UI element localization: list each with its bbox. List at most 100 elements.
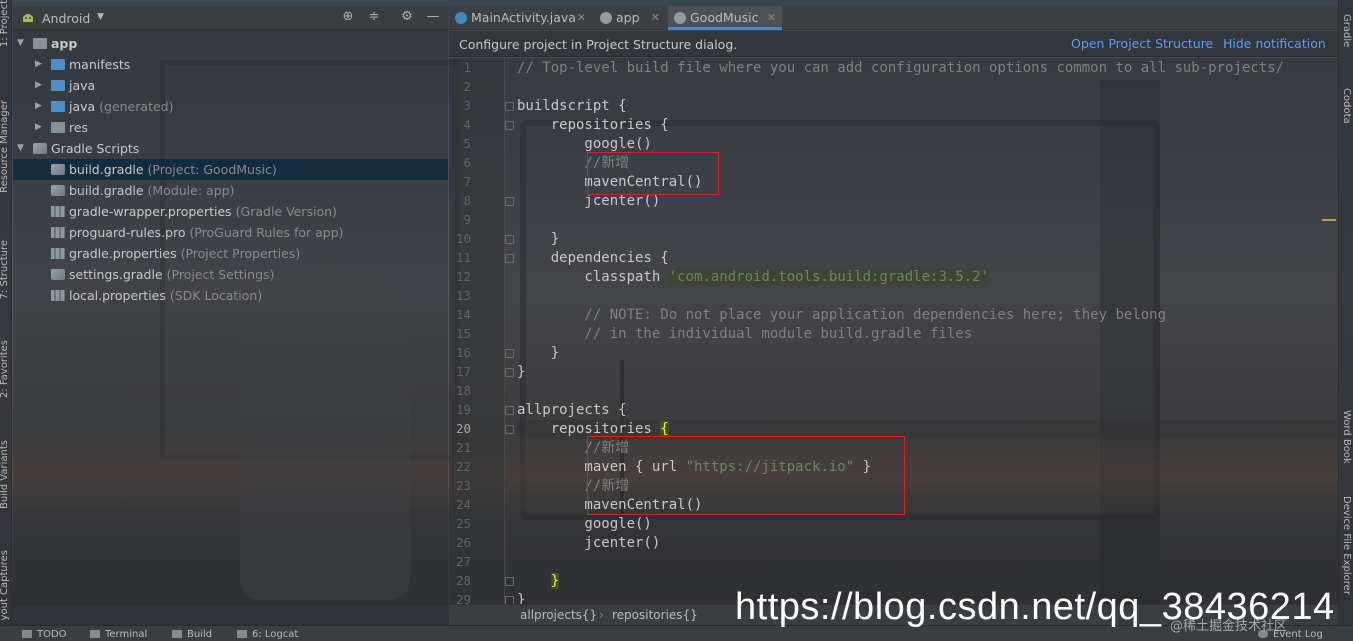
properties-file-icon	[51, 290, 65, 301]
fold-marker-icon[interactable]	[505, 577, 514, 586]
fold-marker-icon[interactable]	[505, 102, 514, 111]
tool-tab-resource-manager[interactable]: Resource Manager	[0, 100, 10, 193]
tree-item[interactable]: ▶ java	[13, 75, 448, 96]
line-number: 3	[463, 98, 471, 113]
tree-item[interactable]: settings.gradle (Project Settings)	[13, 264, 448, 285]
code-line[interactable]: }	[517, 344, 559, 363]
close-icon[interactable]: ✕	[767, 6, 776, 30]
gear-icon[interactable]: ⚙	[399, 9, 415, 25]
code-line[interactable]: buildscript {	[517, 97, 627, 116]
editor-tab[interactable]: GoodMusic ✕	[668, 6, 782, 30]
line-number: 16	[455, 345, 471, 360]
source-folder-icon	[51, 59, 65, 70]
fold-marker-icon[interactable]	[505, 368, 514, 377]
code-line[interactable]: // Top-level build file where you can ad…	[517, 59, 1284, 78]
fold-marker-icon[interactable]	[505, 254, 514, 263]
target-icon[interactable]: ⊕	[340, 9, 356, 25]
tree-item[interactable]: ▼ app	[13, 33, 448, 54]
tool-tab-favorites[interactable]: 2: Favorites	[0, 340, 10, 398]
editor-tab[interactable]: MainActivity.java ✕	[449, 6, 592, 30]
fold-marker-icon[interactable]	[505, 596, 514, 604]
chevron-down-icon[interactable]: ▼	[97, 12, 104, 22]
code-line[interactable]: repositories {	[517, 116, 669, 135]
tree-item[interactable]: local.properties (SDK Location)	[13, 285, 448, 306]
tool-tab-logcat[interactable]: 6: Logcat	[237, 629, 298, 640]
expand-right-icon[interactable]: ▶	[35, 117, 45, 138]
project-view-selector[interactable]: Android	[42, 11, 90, 26]
highlight-box-allprojects	[587, 436, 905, 515]
tool-tab-word-book[interactable]: Word Book	[1341, 410, 1352, 464]
code-token: }	[550, 573, 560, 589]
expand-right-icon[interactable]: ▶	[35, 75, 45, 96]
fold-marker-icon[interactable]	[505, 349, 514, 358]
code-line[interactable]: jcenter()	[517, 534, 660, 553]
code-token: 'com.android.tools.build:gradle:3.5.2'	[668, 269, 990, 285]
expand-down-icon[interactable]: ▼	[17, 138, 27, 159]
gradle-icon	[600, 12, 612, 24]
tool-tab-build[interactable]: Build	[172, 629, 212, 640]
fold-marker-icon[interactable]	[505, 406, 514, 415]
code-editor[interactable]: 1 2 3 4 5 6 7 8 9 10 11 12 13 14 15 16 17 18 19 20 21 22 23 24 2…	[449, 58, 1338, 604]
tree-item-label: settings.gradle (Project Settings)	[69, 267, 275, 282]
code-line[interactable]: }	[517, 363, 525, 382]
breadcrumb-allprojects[interactable]: allprojects{}	[520, 608, 597, 622]
tool-tab-structure[interactable]: 7: Structure	[0, 240, 10, 299]
tree-item[interactable]: gradle-wrapper.properties (Gradle Versio…	[13, 201, 448, 222]
editor-tab[interactable]: app ✕	[594, 6, 666, 30]
collapse-icon[interactable]: ≑	[366, 9, 382, 25]
code-line[interactable]: dependencies {	[517, 249, 669, 268]
tree-item-hint: (Project Properties)	[176, 246, 301, 261]
line-number: 22	[455, 459, 471, 474]
line-number: 27	[455, 554, 471, 569]
code-line[interactable]: google()	[517, 515, 651, 534]
tool-tab-layout-captures[interactable]: yout Captures	[0, 550, 10, 620]
tree-item[interactable]: build.gradle (Project: GoodMusic)	[13, 159, 448, 180]
close-icon[interactable]: ✕	[651, 6, 660, 30]
breadcrumb-repositories[interactable]: repositories{}	[612, 608, 698, 622]
open-project-structure-link[interactable]: Open Project Structure	[1071, 36, 1213, 51]
fold-marker-icon[interactable]	[505, 121, 514, 130]
line-number: 25	[455, 516, 471, 531]
tool-tab-project[interactable]: 1: Project	[0, 0, 10, 47]
tool-tab-todo[interactable]: TODO	[22, 629, 67, 640]
scrollbar-marker[interactable]	[1322, 219, 1336, 221]
editor-tab-label: GoodMusic	[690, 10, 759, 25]
hide-notification-link[interactable]: Hide notification	[1223, 36, 1326, 51]
expand-down-icon[interactable]: ▼	[17, 33, 27, 54]
gradle-icon	[51, 164, 65, 175]
fold-marker-icon[interactable]	[505, 235, 514, 244]
gradle-icon	[51, 185, 65, 196]
code-line[interactable]: }	[517, 230, 559, 249]
code-line[interactable]: }	[517, 591, 525, 604]
expand-right-icon[interactable]: ▶	[35, 54, 45, 75]
code-line[interactable]: // in the individual module build.gradle…	[517, 325, 972, 344]
tree-item[interactable]: ▶ res	[13, 117, 448, 138]
tool-tab-terminal[interactable]: Terminal	[90, 629, 147, 640]
tree-item[interactable]: proguard-rules.pro (ProGuard Rules for a…	[13, 222, 448, 243]
right-tool-strip: Gradle Codota Word Book Device File Expl…	[1338, 0, 1353, 625]
line-number: 24	[455, 497, 471, 512]
minimize-icon[interactable]: —	[425, 9, 441, 25]
tree-item[interactable]: ▶ manifests	[13, 54, 448, 75]
tree-item[interactable]: build.gradle (Module: app)	[13, 180, 448, 201]
tool-tab-device-file-explorer[interactable]: Device File Explorer	[1341, 496, 1352, 595]
code-line[interactable]: classpath 'com.android.tools.build:gradl…	[517, 268, 990, 287]
tool-tab-codota[interactable]: Codota	[1341, 88, 1352, 124]
tool-tab-build-variants[interactable]: Build Variants	[0, 440, 10, 509]
code-line[interactable]: // NOTE: Do not place your application d…	[517, 306, 1166, 325]
gradle-icon	[51, 269, 65, 280]
fold-marker-icon[interactable]	[505, 197, 514, 206]
close-icon[interactable]: ✕	[577, 6, 586, 30]
editor-tab-bar: MainActivity.java ✕ app ✕ GoodMusic ✕	[449, 6, 1338, 30]
tree-item[interactable]: gradle.properties (Project Properties)	[13, 243, 448, 264]
fold-marker-icon[interactable]	[505, 425, 514, 434]
code-token: }	[517, 364, 526, 380]
tree-item[interactable]: ▼ Gradle Scripts	[13, 138, 448, 159]
code-line[interactable]: allprojects {	[517, 401, 627, 420]
tree-item-label: java	[69, 78, 96, 93]
tool-tab-gradle[interactable]: Gradle	[1341, 14, 1352, 47]
expand-right-icon[interactable]: ▶	[35, 96, 45, 117]
tree-item[interactable]: ▶ java (generated)	[13, 96, 448, 117]
code-token: // in the individual module build.gradle…	[517, 326, 973, 342]
code-line[interactable]: }	[517, 572, 560, 591]
